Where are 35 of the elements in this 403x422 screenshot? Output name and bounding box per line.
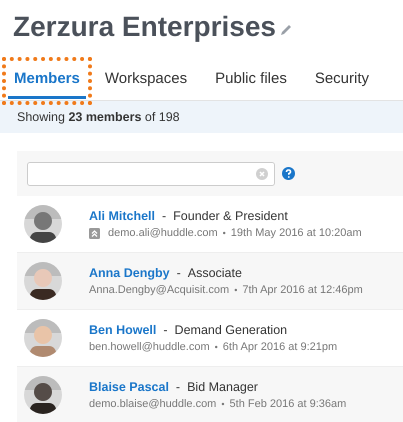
member-row[interactable]: Anna Dengby - Associate Anna.Dengby@Acquisit.com • 7th Apr 2016 at 12:46pm [17,253,403,310]
dot-separator: • [234,285,238,295]
join-date: 6th Apr 2016 at 9:21pm [222,341,338,353]
member-email: ben.howell@huddle.com [89,341,210,353]
member-email: demo.blaise@huddle.com [89,398,216,410]
pencil-icon [279,23,293,37]
member-row[interactable]: Blaise Pascal - Bid Manager demo.blaise@huddle.com • 5th Feb 2016 at 9:36am [17,367,403,422]
help-icon[interactable] [282,167,295,180]
member-name-link[interactable]: Blaise Pascal [89,380,169,394]
member-role: Demand Generation [174,323,288,337]
member-name-link[interactable]: Anna Dengby [89,266,170,280]
join-date: 5th Feb 2016 at 9:36am [230,398,346,410]
search-field[interactable] [27,162,275,186]
page-title: Zerzura Enterprises [13,10,276,44]
member-role: Founder & President [173,209,288,223]
member-name-link[interactable]: Ali Mitchell [89,209,155,223]
clear-icon [256,168,268,180]
separator: - [163,323,168,337]
tab[interactable]: Security [302,59,382,100]
join-date: 19th May 2016 at 10:20am [230,227,362,239]
member-name-link[interactable]: Ben Howell [89,323,156,337]
separator: - [162,209,166,223]
join-date: 7th Apr 2016 at 12:46pm [242,284,363,296]
separator: - [176,380,180,394]
member-role: Bid Manager [187,380,258,394]
dot-separator: • [214,342,218,352]
member-role: Associate [188,266,242,280]
member-email: demo.ali@huddle.com [108,227,218,239]
dot-separator: • [222,228,226,238]
member-count: Showing 23 members of 198 [0,101,403,133]
dot-separator: • [221,399,225,409]
tab[interactable]: Public files [202,59,300,100]
member-email: Anna.Dengby@Acquisit.com [89,284,230,296]
tab[interactable]: Workspaces [92,59,200,100]
separator: - [176,266,181,280]
